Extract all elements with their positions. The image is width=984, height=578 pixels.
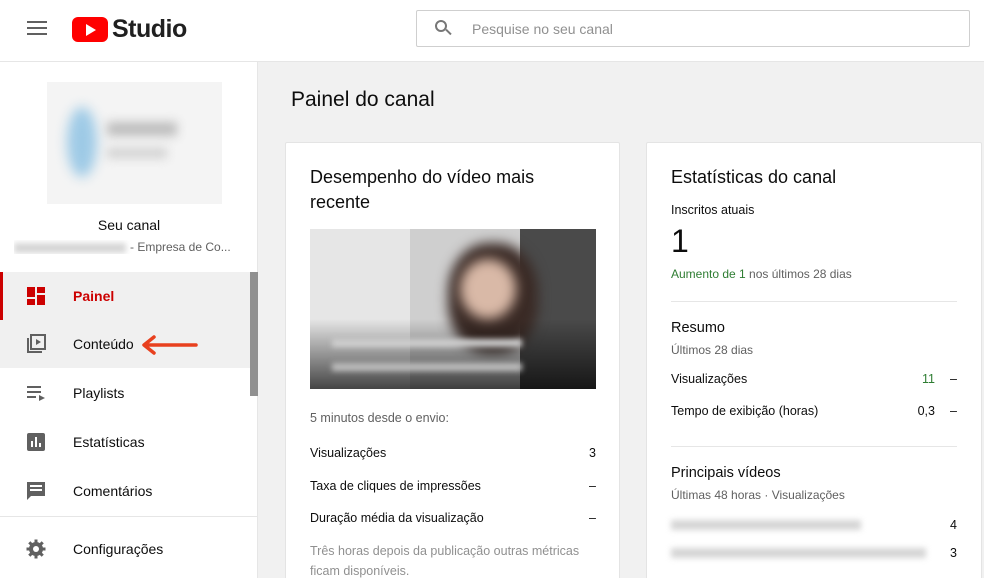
list-item[interactable]: 4 (671, 518, 957, 532)
channel-avatar[interactable] (47, 82, 222, 204)
logo-text: Studio (112, 14, 187, 43)
channel-stats-title: Estatísticas do canal (671, 167, 837, 187)
sidebar-item-conteudo[interactable]: Conteúdo (0, 320, 250, 368)
metrics-note: Três horas depois da publicação outras m… (310, 544, 580, 578)
latest-video-title: Desempenho do vídeo mais recente (310, 167, 535, 212)
annotation-arrow-icon (142, 335, 198, 355)
summary-row: Tempo de exibição (horas) 0,3 – (671, 404, 957, 418)
metric-value: – (589, 479, 596, 493)
blurred-video-title (671, 520, 861, 530)
summary-row: Visualizações 11 – (671, 372, 957, 386)
youtube-play-icon (72, 16, 108, 42)
summary-value: 11 (922, 372, 935, 386)
top-bar: Studio (0, 0, 984, 62)
analytics-icon (27, 433, 45, 451)
sidebar-divider (0, 516, 258, 517)
studio-logo[interactable]: Studio (72, 14, 187, 43)
page-title: Painel do canal (291, 88, 435, 111)
metric-row: Taxa de cliques de impressões – (310, 479, 596, 493)
sidebar-item-label: Configurações (73, 541, 164, 557)
subscribers-growth: Aumento de 1 nos últimos 28 dias (671, 267, 852, 281)
sidebar-item-label: Estatísticas (73, 434, 145, 450)
sidebar: Seu canal - Empresa de Co... Painel Cont… (0, 62, 258, 578)
top-videos-period: Últimas 48 horas · Visualizações (671, 488, 845, 502)
video-thumbnail[interactable] (310, 229, 596, 389)
metric-value: 3 (589, 446, 596, 460)
content-icon (27, 334, 46, 353)
search-box[interactable] (416, 10, 970, 47)
menu-icon[interactable] (27, 20, 47, 36)
sidebar-scrollbar[interactable] (250, 272, 258, 396)
sidebar-item-label: Comentários (73, 483, 153, 499)
sidebar-item-estatisticas[interactable]: Estatísticas (0, 418, 250, 466)
comment-icon (27, 482, 45, 500)
metric-value: – (589, 511, 596, 525)
playlist-icon (27, 386, 45, 401)
subscribers-label: Inscritos atuais (671, 203, 755, 217)
list-item[interactable]: 3 (671, 546, 957, 560)
sidebar-item-label: Playlists (73, 385, 125, 401)
channel-label: Seu canal (97, 217, 161, 233)
metric-row: Duração média da visualização – (310, 511, 596, 525)
summary-value: 0,3 (917, 404, 935, 418)
blurred-video-title (671, 548, 926, 558)
section-divider (671, 301, 957, 302)
gear-icon (26, 539, 46, 559)
top-videos-title: Principais vídeos (671, 465, 781, 481)
trend-indicator: – (950, 372, 957, 386)
sidebar-item-playlists[interactable]: Playlists (0, 369, 250, 417)
sidebar-item-comentarios[interactable]: Comentários (0, 467, 250, 515)
video-views: 3 (950, 546, 957, 560)
subscribers-count: 1 (671, 223, 689, 259)
trend-indicator: – (950, 404, 957, 418)
channel-stats-card: Estatísticas do canal Inscritos atuais 1… (646, 142, 982, 578)
channel-name: - Empresa de Co... (14, 240, 254, 254)
blurred-channel-name (14, 242, 126, 253)
search-icon[interactable] (435, 20, 452, 36)
sidebar-item-label: Conteúdo (73, 336, 134, 352)
summary-period: Últimos 28 dias (671, 343, 754, 357)
summary-title: Resumo (671, 320, 725, 336)
dashboard-icon (27, 287, 45, 305)
video-views: 4 (950, 518, 957, 532)
search-input[interactable] (472, 11, 952, 46)
section-divider (671, 446, 957, 447)
latest-video-card: Desempenho do vídeo mais recente 5 minut… (285, 142, 620, 578)
since-upload-label: 5 minutos desde o envio: (310, 411, 449, 425)
sidebar-item-configuracoes[interactable]: Configurações (0, 525, 250, 573)
sidebar-item-label: Painel (73, 288, 115, 304)
sidebar-item-painel[interactable]: Painel (0, 272, 250, 320)
metric-row: Visualizações 3 (310, 446, 596, 460)
